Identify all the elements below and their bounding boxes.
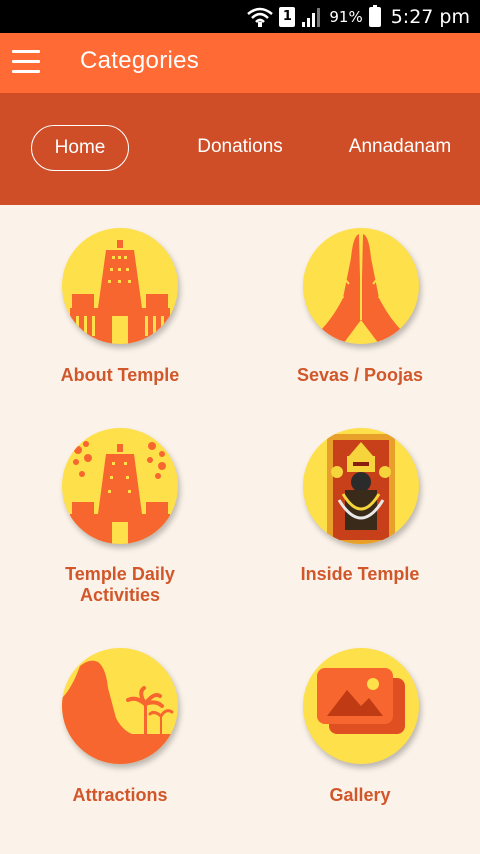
tab-home[interactable]: Home — [31, 125, 129, 171]
sim-icon: 1 — [279, 6, 296, 27]
category-label: About Temple — [60, 365, 180, 385]
signal-icon — [302, 7, 321, 27]
gallery-icon — [303, 648, 419, 764]
status-bar: 1 91% 5:27 pm — [0, 0, 480, 33]
category-label: Gallery — [329, 785, 391, 805]
app-bar: Categories — [0, 33, 480, 93]
category-label: Temple Daily Activities — [65, 564, 175, 605]
category-inside-temple[interactable]: Inside Temple — [240, 428, 480, 598]
temple-gopuram-icon — [62, 228, 178, 344]
tab-donations[interactable]: Donations — [180, 125, 300, 171]
clock: 5:27 pm — [390, 5, 470, 28]
category-sevas-poojas[interactable]: Sevas / Poojas — [240, 228, 480, 398]
category-attractions[interactable]: Attractions — [0, 648, 240, 818]
category-label: Attractions — [72, 785, 168, 805]
praying-hands-icon — [303, 228, 419, 344]
category-about-temple[interactable]: About Temple — [0, 228, 240, 398]
category-label: Inside Temple — [300, 564, 420, 584]
category-gallery[interactable]: Gallery — [240, 648, 480, 818]
battery-icon — [368, 4, 381, 27]
category-label: Sevas / Poojas — [296, 365, 424, 385]
battery-percent: 91% — [329, 7, 363, 26]
status-icons: 1 91% 5:27 pm — [247, 0, 470, 33]
tab-annadanam[interactable]: Annadanam — [338, 125, 462, 171]
tab-bar: Home Donations Annadanam — [0, 93, 480, 205]
temple-flowers-icon — [62, 428, 178, 544]
deity-image-icon — [303, 428, 419, 544]
category-temple-daily-activities[interactable]: Temple Daily Activities — [0, 428, 240, 608]
wifi-icon — [247, 7, 274, 27]
hamburger-menu-icon[interactable] — [12, 50, 40, 76]
hill-palm-icon — [62, 648, 178, 764]
page-title: Categories — [80, 47, 200, 74]
